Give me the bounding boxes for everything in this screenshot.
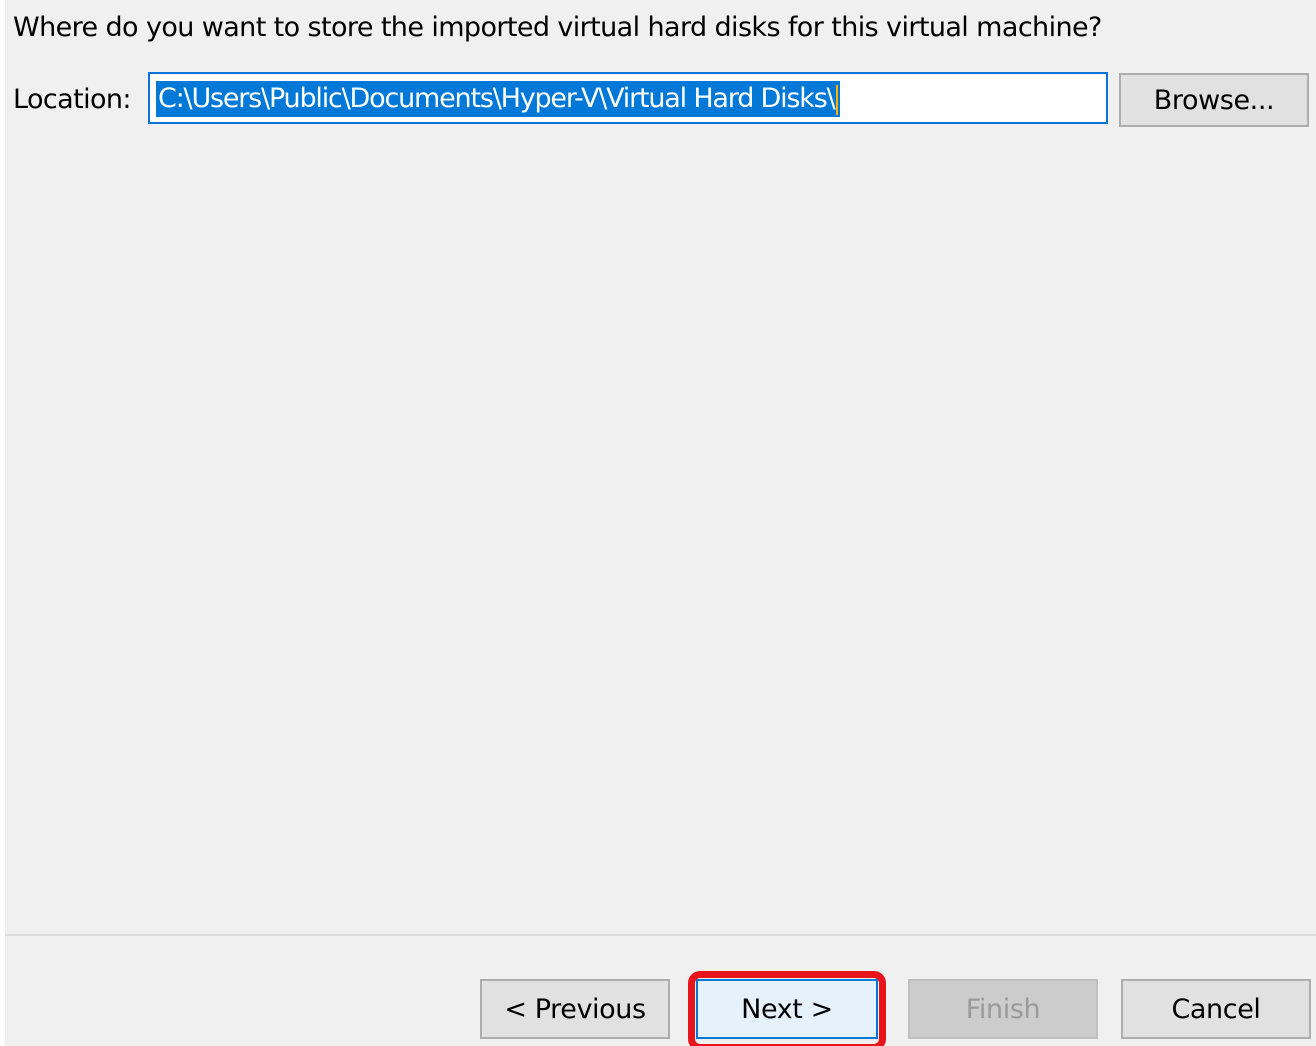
location-label: Location: [13, 84, 132, 115]
next-button[interactable]: Next > [696, 979, 878, 1039]
cancel-button[interactable]: Cancel [1121, 979, 1311, 1039]
page-question: Where do you want to store the imported … [13, 12, 1102, 43]
import-vm-wizard-page: Where do you want to store the imported … [0, 0, 1316, 1046]
footer-divider [5, 934, 1316, 936]
left-edge [0, 0, 5, 1046]
browse-button[interactable]: Browse... [1119, 73, 1309, 127]
finish-button: Finish [908, 979, 1098, 1039]
text-caret [835, 84, 838, 115]
location-input[interactable]: C:\Users\Public\Documents\Hyper-V\Virtua… [148, 72, 1108, 124]
location-value: C:\Users\Public\Documents\Hyper-V\Virtua… [158, 83, 836, 114]
previous-button[interactable]: < Previous [480, 979, 670, 1039]
location-selected-text: C:\Users\Public\Documents\Hyper-V\Virtua… [156, 81, 840, 117]
